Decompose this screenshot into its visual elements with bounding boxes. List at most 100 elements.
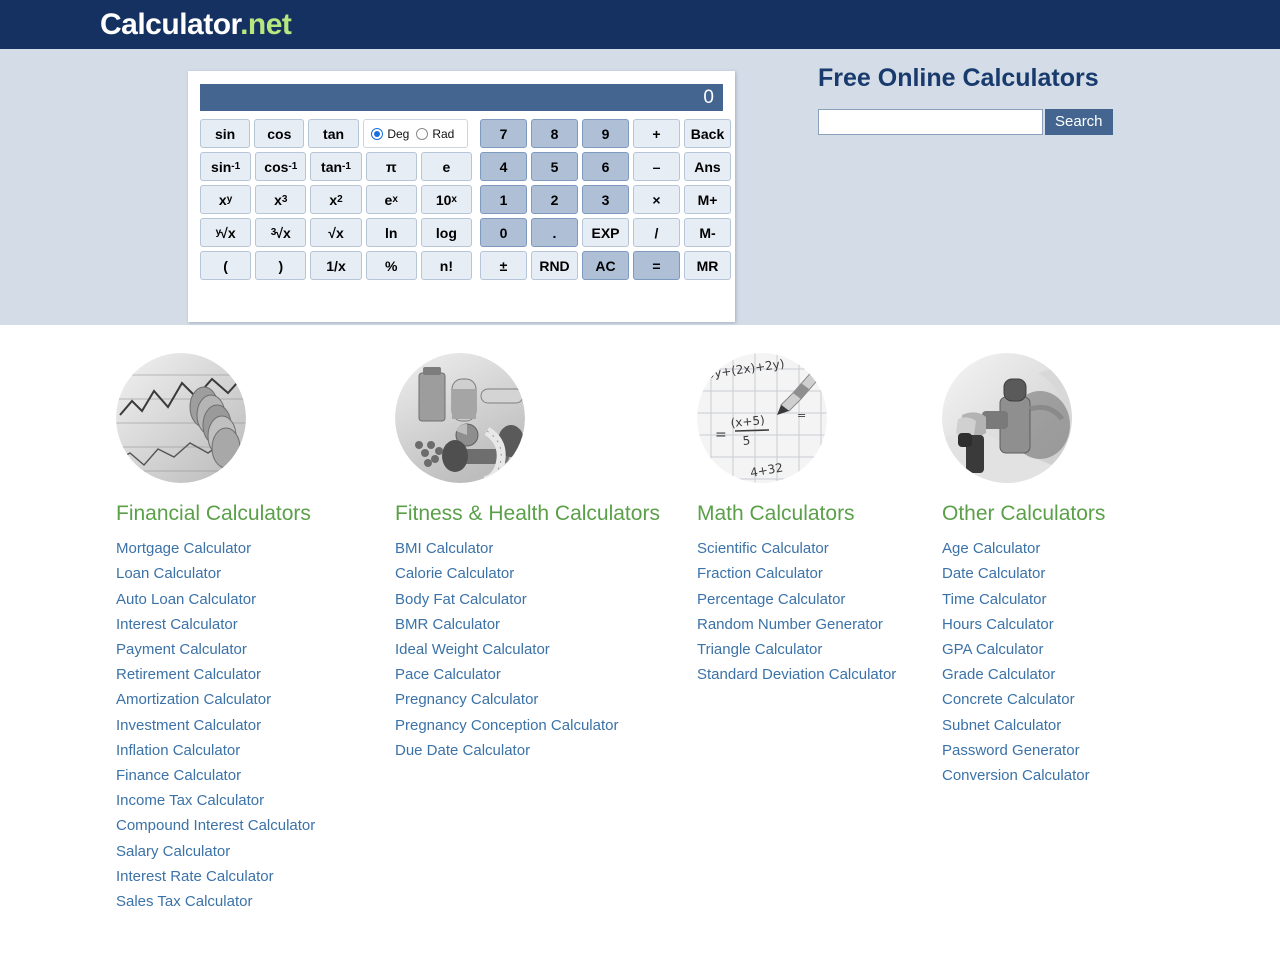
- calc-key-ans[interactable]: Ans: [684, 152, 731, 181]
- calculator-link[interactable]: Auto Loan Calculator: [116, 587, 395, 612]
- financial-calculators-image[interactable]: [116, 353, 246, 483]
- calculator-link[interactable]: GPA Calculator: [942, 637, 1182, 662]
- calc-key-9[interactable]: 9: [582, 119, 629, 148]
- calc-key-xy[interactable]: xy: [200, 185, 252, 214]
- calc-key-e[interactable]: e: [420, 152, 473, 181]
- calculator-link[interactable]: Age Calculator: [942, 536, 1182, 561]
- calc-key-sin[interactable]: sin: [200, 119, 251, 148]
- calculator-link[interactable]: Finance Calculator: [116, 763, 395, 788]
- calculator-link[interactable]: Conversion Calculator: [942, 763, 1182, 788]
- calculator-link[interactable]: Inflation Calculator: [116, 738, 395, 763]
- calculator-link[interactable]: BMR Calculator: [395, 612, 697, 637]
- calc-key-exp[interactable]: EXP: [582, 218, 629, 247]
- calculator-link[interactable]: Random Number Generator: [697, 612, 942, 637]
- calc-key-4[interactable]: 4: [480, 152, 527, 181]
- calculator-link[interactable]: Concrete Calculator: [942, 687, 1182, 712]
- calc-key-2[interactable]: 2: [531, 185, 578, 214]
- calc-key-[interactable]: ×: [633, 185, 680, 214]
- calc-key-sin-1[interactable]: sin -1: [200, 152, 252, 181]
- calculator-link[interactable]: Triangle Calculator: [697, 637, 942, 662]
- calc-key-1[interactable]: 1: [480, 185, 527, 214]
- calc-key-10x[interactable]: 10 x: [420, 185, 473, 214]
- calculator-link[interactable]: Calorie Calculator: [395, 561, 697, 586]
- calculator-link[interactable]: Password Generator: [942, 738, 1182, 763]
- calc-key-[interactable]: –: [633, 152, 680, 181]
- calc-key-8[interactable]: 8: [531, 119, 578, 148]
- calc-key-7[interactable]: 7: [480, 119, 527, 148]
- calculator-link[interactable]: Income Tax Calculator: [116, 788, 395, 813]
- calculator-link[interactable]: Body Fat Calculator: [395, 587, 697, 612]
- calc-key-[interactable]: ±: [480, 251, 527, 280]
- calculator-link[interactable]: Pregnancy Calculator: [395, 687, 697, 712]
- calc-key-m[interactable]: M+: [684, 185, 731, 214]
- radio-deg-icon[interactable]: [371, 127, 384, 140]
- calc-key-6[interactable]: 6: [582, 152, 629, 181]
- calculator-link[interactable]: Ideal Weight Calculator: [395, 637, 697, 662]
- calc-key-tan-1[interactable]: tan -1: [310, 152, 362, 181]
- calc-key-[interactable]: =: [633, 251, 680, 280]
- calc-key-[interactable]: %: [365, 251, 417, 280]
- calculator-link[interactable]: Due Date Calculator: [395, 738, 697, 763]
- keypad-row: sin -1 cos -1 tan -1 π e 4 5 6 – Ans: [200, 152, 731, 181]
- calc-key-tan[interactable]: tan: [308, 119, 359, 148]
- calc-key-3[interactable]: 3: [582, 185, 629, 214]
- calc-key-[interactable]: /: [633, 218, 680, 247]
- calculator-link[interactable]: Retirement Calculator: [116, 662, 395, 687]
- calculator-link[interactable]: Compound Interest Calculator: [116, 813, 395, 838]
- angle-mode-group[interactable]: Deg Rad: [362, 119, 468, 148]
- calc-key-x[interactable]: √x: [310, 218, 362, 247]
- calculator-link[interactable]: Standard Deviation Calculator: [697, 662, 942, 687]
- calc-key-n[interactable]: n!: [420, 251, 473, 280]
- search-input[interactable]: [818, 108, 1043, 135]
- calculator-link[interactable]: Subnet Calculator: [942, 713, 1182, 738]
- calculator-link[interactable]: Amortization Calculator: [116, 687, 395, 712]
- calc-key-[interactable]: +: [633, 119, 680, 148]
- calc-key-x3[interactable]: 3 √x: [255, 218, 307, 247]
- calc-key-[interactable]: .: [531, 218, 578, 247]
- calculator-link[interactable]: Date Calculator: [942, 561, 1182, 586]
- calculator-link[interactable]: Investment Calculator: [116, 713, 395, 738]
- calculator-link[interactable]: Loan Calculator: [116, 561, 395, 586]
- calculator-link[interactable]: Time Calculator: [942, 587, 1182, 612]
- calculator-link[interactable]: Pregnancy Conception Calculator: [395, 713, 697, 738]
- calculator-link[interactable]: BMI Calculator: [395, 536, 697, 561]
- calculator-link[interactable]: Mortgage Calculator: [116, 536, 395, 561]
- calculator-link[interactable]: Scientific Calculator: [697, 536, 942, 561]
- calc-key-back[interactable]: Back: [684, 119, 731, 148]
- list-item: Password Generator: [942, 738, 1182, 763]
- calc-key-0[interactable]: 0: [480, 218, 527, 247]
- calculator-link[interactable]: Salary Calculator: [116, 839, 395, 864]
- calc-key-ln[interactable]: ln: [365, 218, 417, 247]
- calc-key-[interactable]: ): [255, 251, 307, 280]
- calc-key-rnd[interactable]: RND: [531, 251, 578, 280]
- fitness-health-calculators-image[interactable]: [395, 353, 525, 483]
- calc-key-cos[interactable]: cos: [254, 119, 305, 148]
- calculator-link[interactable]: Grade Calculator: [942, 662, 1182, 687]
- site-logo[interactable]: Calculator.net: [100, 9, 292, 40]
- calculator-link[interactable]: Interest Rate Calculator: [116, 864, 395, 889]
- calc-key-xy[interactable]: y √x: [200, 218, 252, 247]
- calc-key-ex[interactable]: ex: [365, 185, 417, 214]
- calculator-link[interactable]: Sales Tax Calculator: [116, 889, 395, 914]
- math-calculators-image[interactable]: -5y+(2x)+2y) (x+5) 5 = = 4+32: [697, 353, 827, 483]
- calculator-link[interactable]: Percentage Calculator: [697, 587, 942, 612]
- calculator-link[interactable]: Pace Calculator: [395, 662, 697, 687]
- calc-key-5[interactable]: 5: [531, 152, 578, 181]
- calc-key-[interactable]: (: [200, 251, 252, 280]
- calculator-link[interactable]: Hours Calculator: [942, 612, 1182, 637]
- calculator-link[interactable]: Payment Calculator: [116, 637, 395, 662]
- calc-key-x2[interactable]: x2: [310, 185, 362, 214]
- radio-rad-icon[interactable]: [416, 127, 429, 140]
- calc-key-log[interactable]: log: [420, 218, 473, 247]
- calc-key-cos-1[interactable]: cos -1: [255, 152, 307, 181]
- calc-key-m[interactable]: M-: [684, 218, 731, 247]
- calc-key-ac[interactable]: AC: [582, 251, 629, 280]
- other-calculators-image[interactable]: [942, 353, 1072, 483]
- calculator-link[interactable]: Fraction Calculator: [697, 561, 942, 586]
- search-button[interactable]: Search: [1045, 108, 1113, 135]
- calc-key-mr[interactable]: MR: [684, 251, 731, 280]
- calc-key-[interactable]: π: [365, 152, 417, 181]
- calc-key-x3[interactable]: x3: [255, 185, 307, 214]
- calc-key-1-x[interactable]: 1/x: [310, 251, 362, 280]
- calculator-link[interactable]: Interest Calculator: [116, 612, 395, 637]
